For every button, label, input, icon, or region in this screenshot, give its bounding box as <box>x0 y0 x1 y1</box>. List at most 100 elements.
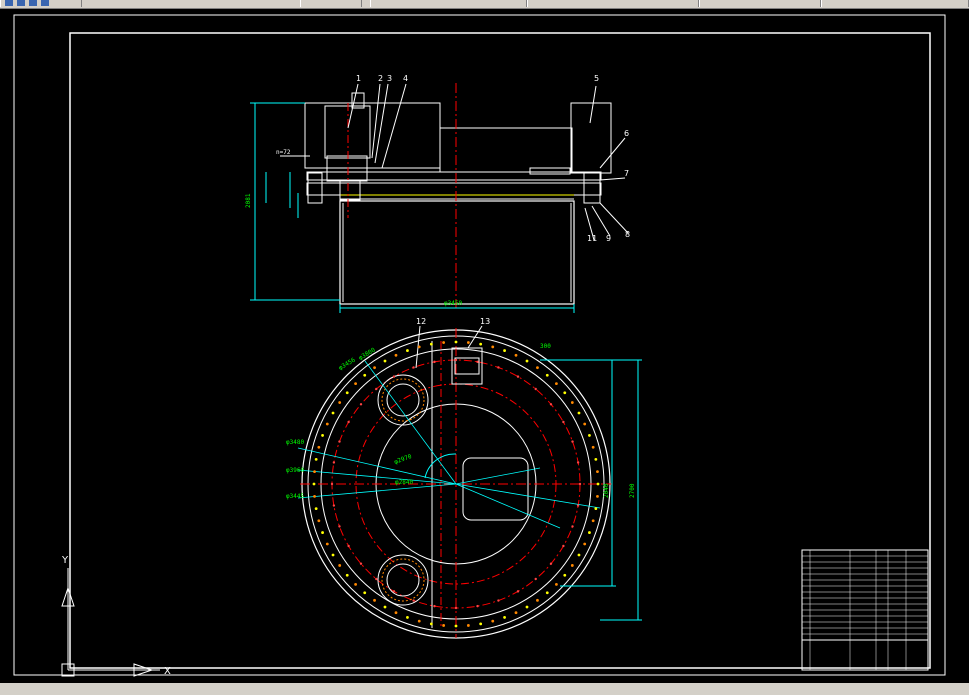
balloon-7: 7 <box>624 169 629 178</box>
inner-bolt-dot <box>347 420 350 424</box>
bolt-dot <box>429 622 433 626</box>
layer-dropdown[interactable] <box>370 0 527 7</box>
bolt-dot <box>417 619 421 623</box>
right-flange-bolts <box>583 172 601 204</box>
inner-bolt-dot <box>392 375 396 378</box>
bolt-dot <box>363 591 367 595</box>
bolt-dot <box>321 434 324 437</box>
dim-d5-text: φ3445 <box>286 493 304 500</box>
inner-bolt-dot <box>332 461 336 464</box>
bolt-dot <box>338 401 342 404</box>
bolt-dot <box>454 624 458 628</box>
lineweight-dropdown[interactable] <box>699 0 821 7</box>
save-icon[interactable] <box>29 0 37 6</box>
bolt-dot <box>383 359 387 363</box>
new-file-icon[interactable] <box>5 0 13 6</box>
left-flange-bolts <box>307 172 323 204</box>
inner-bolt-dot <box>516 590 520 593</box>
bolt-dot <box>345 391 349 395</box>
bolt-dot <box>596 494 599 498</box>
ucs-icon: X Y <box>61 555 171 677</box>
inner-bolt-dot <box>359 403 363 406</box>
bolt-dot <box>583 542 587 546</box>
inner-bolt-dot <box>497 599 500 602</box>
inner-bolt-dot <box>433 604 436 608</box>
bolt-dot <box>536 598 539 602</box>
balloon-1: 1 <box>356 74 361 83</box>
inner-bolt-dot <box>338 525 341 528</box>
bolt-dot <box>373 366 376 370</box>
dim-d3-text: φ3480 <box>286 439 304 446</box>
inner-bolt-dot <box>576 461 580 464</box>
bolt-dot <box>525 605 529 609</box>
inner-bolt-dot <box>454 358 458 362</box>
bolt-dot <box>325 422 329 426</box>
balloon-11: 11 <box>587 234 597 243</box>
bolt-dot <box>594 507 598 511</box>
bolt-dot <box>363 373 367 377</box>
cad-drawing-canvas[interactable]: 2081 φ3450 n=72 1 2 3 4 5 6 7 8 9 11 204… <box>0 8 969 685</box>
inner-bolt-dot <box>392 590 396 593</box>
bolt-dot <box>491 345 495 349</box>
bolt-dot <box>394 611 398 615</box>
bolt-dot <box>503 616 506 619</box>
bolt-dot <box>479 622 483 626</box>
bolt-dot <box>591 445 595 449</box>
toolbar-segment-icons <box>0 0 82 7</box>
bolt-dot <box>596 470 599 474</box>
inner-bolt-dot <box>433 360 436 364</box>
inner-bolt-dot <box>454 606 458 610</box>
inner-bolt-dot <box>534 577 537 581</box>
bolt-dot <box>354 382 357 385</box>
inner-bolt-dot <box>578 482 582 486</box>
balloon-4: 4 <box>403 74 408 83</box>
bolt-dot <box>313 470 316 474</box>
inner-bolt-dot <box>359 562 363 565</box>
part-leaders <box>347 83 629 241</box>
title-block <box>801 549 929 671</box>
dim-top-right-text: 300 <box>540 343 551 350</box>
bolt-dot <box>312 482 316 486</box>
bolt-dot <box>503 349 506 352</box>
bolt-dot <box>406 349 409 352</box>
bolt-dot <box>383 605 387 609</box>
open-file-icon[interactable] <box>17 0 25 6</box>
inner-bolt-dot <box>476 604 479 608</box>
bolt-dot <box>417 345 421 349</box>
toolbar-segment-props[interactable] <box>300 0 362 7</box>
inner-bolt-dot <box>330 482 334 486</box>
balloon-8: 8 <box>625 230 630 239</box>
inner-bolt-dot <box>571 525 574 528</box>
manhole-top-bolts <box>381 378 425 422</box>
inner-bolt-dot <box>332 504 336 507</box>
manhole-top-inner <box>386 383 420 417</box>
status-bar <box>0 683 969 695</box>
bolt-dot <box>373 598 376 602</box>
flange-ring <box>306 182 602 196</box>
bolt-dot <box>314 507 318 511</box>
dim-d4-text: φ3960 <box>286 467 304 474</box>
balloon-13: 13 <box>480 317 490 326</box>
color-dropdown[interactable] <box>821 0 969 7</box>
bolt-dot <box>555 583 558 586</box>
radial-dimension-lines <box>297 360 601 529</box>
bolt-dot <box>479 342 483 346</box>
bolt-dot <box>354 583 357 586</box>
bolt-dot <box>514 611 518 615</box>
bolt-dot <box>313 494 316 498</box>
dim-d2-text: φ3800 <box>358 346 377 361</box>
linetype-dropdown[interactable] <box>527 0 699 7</box>
balloon-9: 9 <box>606 234 611 243</box>
bolt-dot <box>563 573 567 577</box>
bolt-dot <box>314 457 318 461</box>
bolt-dot <box>338 564 342 567</box>
bolt-dot <box>570 564 574 567</box>
bolt-dot <box>588 434 591 437</box>
bolt-dot <box>555 382 558 385</box>
print-icon[interactable] <box>41 0 49 6</box>
bolt-dot <box>442 341 446 344</box>
bolt-dot <box>545 373 549 377</box>
bolt-dot <box>577 553 581 557</box>
inner-bolt-dot <box>549 562 553 565</box>
dim-width-text: φ3450 <box>444 300 462 307</box>
